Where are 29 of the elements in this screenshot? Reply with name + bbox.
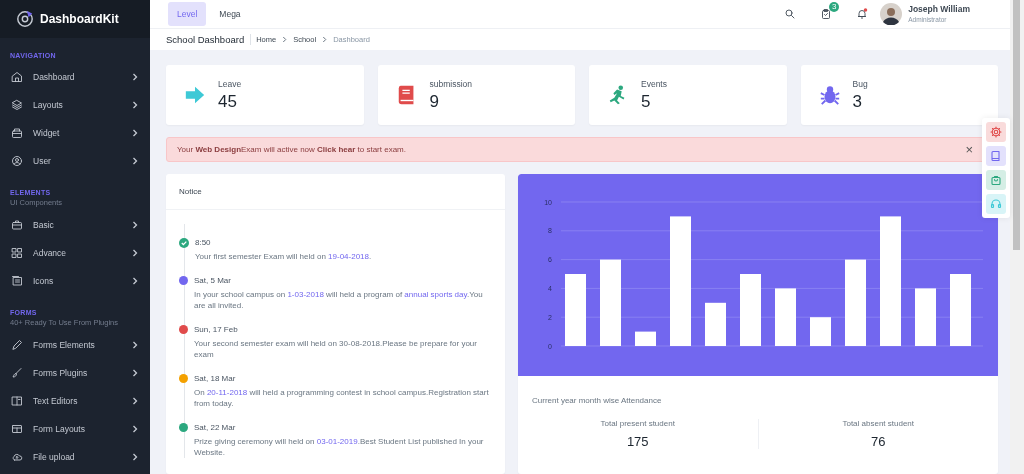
stat-value: 3 bbox=[852, 91, 863, 112]
chart-caption: Current year month wise Attendance bbox=[531, 395, 663, 405]
total-label: Total present student bbox=[599, 419, 676, 428]
stat-value: 5 bbox=[641, 91, 652, 112]
stat-value: 9 bbox=[429, 91, 440, 112]
notice-time: Sun, 17 Feb bbox=[194, 325, 239, 334]
user-name: Joseph William bbox=[908, 4, 970, 15]
notice-time: Sat, 18 Mar bbox=[194, 374, 237, 383]
notice-text: Your first semester Exam will held on 19-04-2018. bbox=[195, 251, 372, 262]
stat-value: 45 bbox=[218, 91, 238, 112]
notice-text: Your second semester exam will held on 30-08-2018.Please be prepare for your exam bbox=[194, 338, 478, 360]
brand-name: DashboardKit bbox=[40, 12, 119, 26]
total-value: 175 bbox=[625, 434, 650, 449]
stat-label: submission bbox=[429, 78, 473, 89]
stat-label: Events bbox=[641, 78, 667, 89]
notice-text: On 20-11-2018 will held a programming contest in school campus.Registration start from today. bbox=[194, 387, 489, 409]
page-title: School Dashboard bbox=[166, 33, 252, 45]
alert-message: Your Web DesignExam will active now Click hear to start exam. bbox=[177, 145, 407, 154]
stat-label: Leave bbox=[218, 78, 242, 89]
total-label: Total absent student bbox=[841, 419, 916, 428]
notice-time: Sat, 22 Mar bbox=[194, 423, 237, 432]
notice-time: 8:50 bbox=[195, 238, 212, 247]
notice-text: Prize giving ceremony will held on 03-01-2019.Best Student List published In your Website. bbox=[194, 436, 485, 458]
stat-label: Bug bbox=[852, 78, 868, 89]
notice-time: Sat, 5 Mar bbox=[194, 276, 232, 285]
total-value: 76 bbox=[870, 434, 887, 449]
notification-badge: 3 bbox=[829, 1, 840, 12]
notice-text: In your school campus on 1-03-2018 will held a program of annual sports day.You are all invited. bbox=[194, 289, 484, 311]
card-title: Notice bbox=[179, 187, 202, 196]
